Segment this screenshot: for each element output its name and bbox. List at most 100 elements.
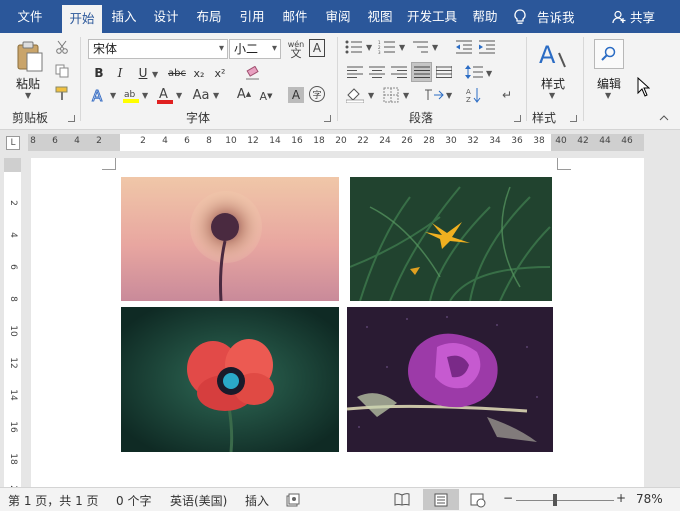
photo-lily[interactable] — [350, 177, 552, 301]
photo-dandelion[interactable] — [121, 177, 339, 301]
highlight-color-icon[interactable]: ab — [122, 85, 140, 105]
character-border-icon[interactable]: A — [309, 39, 325, 57]
numbering-icon[interactable]: 123 — [378, 39, 396, 55]
zoom-level[interactable]: 78% — [636, 492, 663, 506]
shading-icon[interactable] — [346, 86, 364, 104]
web-layout-icon[interactable] — [470, 492, 486, 508]
paste-icon[interactable] — [14, 41, 46, 73]
sort-icon[interactable]: AZ — [465, 86, 483, 104]
word-count[interactable]: 0 个字 — [116, 492, 151, 509]
text-effects-icon[interactable]: A — [90, 85, 108, 105]
collapse-ribbon-icon[interactable] — [658, 113, 670, 123]
align-left-icon[interactable] — [346, 64, 364, 80]
borders-icon[interactable] — [382, 86, 400, 104]
vertical-ruler[interactable]: 2468101214161820 — [4, 158, 21, 497]
format-painter-icon[interactable] — [54, 85, 70, 101]
align-center-icon[interactable] — [368, 64, 386, 80]
share-button[interactable]: 共享 — [612, 0, 655, 33]
zoom-slider[interactable] — [516, 494, 614, 506]
decrease-indent-icon[interactable] — [455, 39, 473, 55]
insert-mode[interactable]: 插入 — [245, 492, 269, 509]
paste-dropdown-arrow[interactable]: ▼ — [25, 91, 31, 100]
bullets-dropdown-arrow[interactable]: ▼ — [366, 43, 372, 52]
language-indicator[interactable]: 英语(美国) — [170, 492, 227, 509]
tab-selector[interactable]: L — [6, 136, 20, 150]
clipboard-launcher[interactable] — [68, 115, 75, 122]
page-count[interactable]: 第 1 页，共 1 页 — [8, 492, 99, 509]
bold-button[interactable]: B — [92, 65, 106, 81]
align-right-icon[interactable] — [390, 64, 408, 80]
shading-dropdown-arrow[interactable]: ▼ — [368, 91, 374, 100]
tab-file[interactable]: 文件 — [6, 0, 54, 33]
paragraph-launcher[interactable] — [514, 115, 521, 122]
styles-button[interactable]: 样式 — [541, 75, 565, 92]
tab-design[interactable]: 设计 — [150, 0, 182, 33]
chinese-layout-icon[interactable] — [424, 86, 444, 104]
photo-rose[interactable] — [347, 307, 553, 452]
chinese-layout-dropdown-arrow[interactable]: ▼ — [446, 91, 452, 100]
multilevel-list-icon[interactable] — [411, 39, 429, 55]
photo-poppy[interactable] — [121, 307, 339, 452]
tab-view[interactable]: 视图 — [364, 0, 396, 33]
document-page[interactable] — [31, 158, 644, 487]
tab-home[interactable]: 开始 — [62, 5, 102, 33]
tab-references[interactable]: 引用 — [236, 0, 268, 33]
search-icon[interactable] — [594, 39, 624, 69]
numbering-dropdown-arrow[interactable]: ▼ — [399, 43, 405, 52]
change-case-button[interactable]: Aa — [190, 86, 212, 104]
tell-me-box[interactable]: 告诉我 — [513, 0, 575, 33]
tab-developer[interactable]: 开发工具 — [405, 0, 459, 33]
show-hide-marks-icon[interactable]: ↵ — [499, 86, 515, 104]
bullets-icon[interactable] — [345, 39, 363, 55]
editing-button[interactable]: 编辑 — [597, 75, 621, 92]
styles-launcher[interactable] — [570, 115, 577, 122]
editing-dropdown-arrow[interactable]: ▼ — [605, 91, 611, 100]
highlight-dropdown-arrow[interactable]: ▼ — [142, 91, 148, 100]
superscript-button[interactable]: x² — [212, 65, 228, 81]
enclose-characters-icon[interactable]: 字 — [309, 86, 325, 102]
line-spacing-icon[interactable] — [465, 64, 483, 80]
line-spacing-dropdown-arrow[interactable]: ▼ — [486, 69, 492, 78]
tab-help[interactable]: 帮助 — [469, 0, 501, 33]
horizontal-ruler[interactable]: 8 6 4 2 2 4 6 8 10 12 14 16 18 20 22 24 26 28 30 32 34 36 38 40… — [28, 134, 644, 151]
shrink-font-button[interactable]: A ▼ — [258, 87, 274, 105]
font-color-dropdown-arrow[interactable]: ▼ — [176, 91, 182, 100]
print-layout-icon[interactable] — [423, 489, 459, 510]
distributed-icon[interactable] — [435, 64, 453, 80]
ruler-number: 46 — [621, 136, 633, 146]
subscript-button[interactable]: x₂ — [191, 65, 207, 81]
zoom-slider-thumb[interactable] — [553, 494, 558, 506]
tab-mailings[interactable]: 邮件 — [279, 0, 311, 33]
zoom-out-button[interactable]: − — [503, 491, 513, 505]
zoom-in-button[interactable]: + — [616, 491, 626, 505]
grow-font-button[interactable]: A ▲ — [236, 85, 252, 103]
font-size-combo[interactable]: 小二 ▾ — [229, 39, 281, 59]
phonetic-guide-icon[interactable]: wén 文 — [286, 38, 306, 60]
italic-button[interactable]: I — [114, 65, 126, 81]
tab-review[interactable]: 审阅 — [322, 0, 354, 33]
macro-recording-icon[interactable] — [286, 493, 300, 507]
font-launcher[interactable] — [324, 115, 331, 122]
styles-icon[interactable]: A — [537, 39, 567, 71]
clear-formatting-icon[interactable] — [244, 65, 262, 81]
font-color-icon[interactable]: A — [156, 85, 174, 105]
text-effects-dropdown-arrow[interactable]: ▼ — [110, 91, 116, 100]
font-name-combo[interactable]: 宋体 ▾ — [88, 39, 228, 59]
cut-icon[interactable] — [54, 39, 70, 55]
paste-button[interactable]: 粘贴 — [16, 75, 40, 92]
increase-indent-icon[interactable] — [478, 39, 496, 55]
underline-button[interactable]: U — [136, 65, 150, 81]
underline-dropdown-arrow[interactable]: ▼ — [152, 70, 158, 79]
tab-layout[interactable]: 布局 — [193, 0, 225, 33]
multilevel-dropdown-arrow[interactable]: ▼ — [432, 43, 438, 52]
tab-insert[interactable]: 插入 — [108, 0, 140, 33]
read-mode-icon[interactable] — [394, 492, 410, 508]
justify-icon[interactable] — [411, 62, 432, 82]
character-shading-icon[interactable]: A — [288, 87, 304, 103]
copy-icon[interactable] — [54, 63, 70, 79]
strikethrough-button[interactable]: abc — [166, 65, 188, 81]
borders-dropdown-arrow[interactable]: ▼ — [403, 91, 409, 100]
styles-dropdown-arrow[interactable]: ▼ — [549, 91, 555, 100]
styles-group-label: 样式 — [532, 111, 557, 125]
change-case-dropdown-arrow[interactable]: ▼ — [213, 91, 219, 100]
